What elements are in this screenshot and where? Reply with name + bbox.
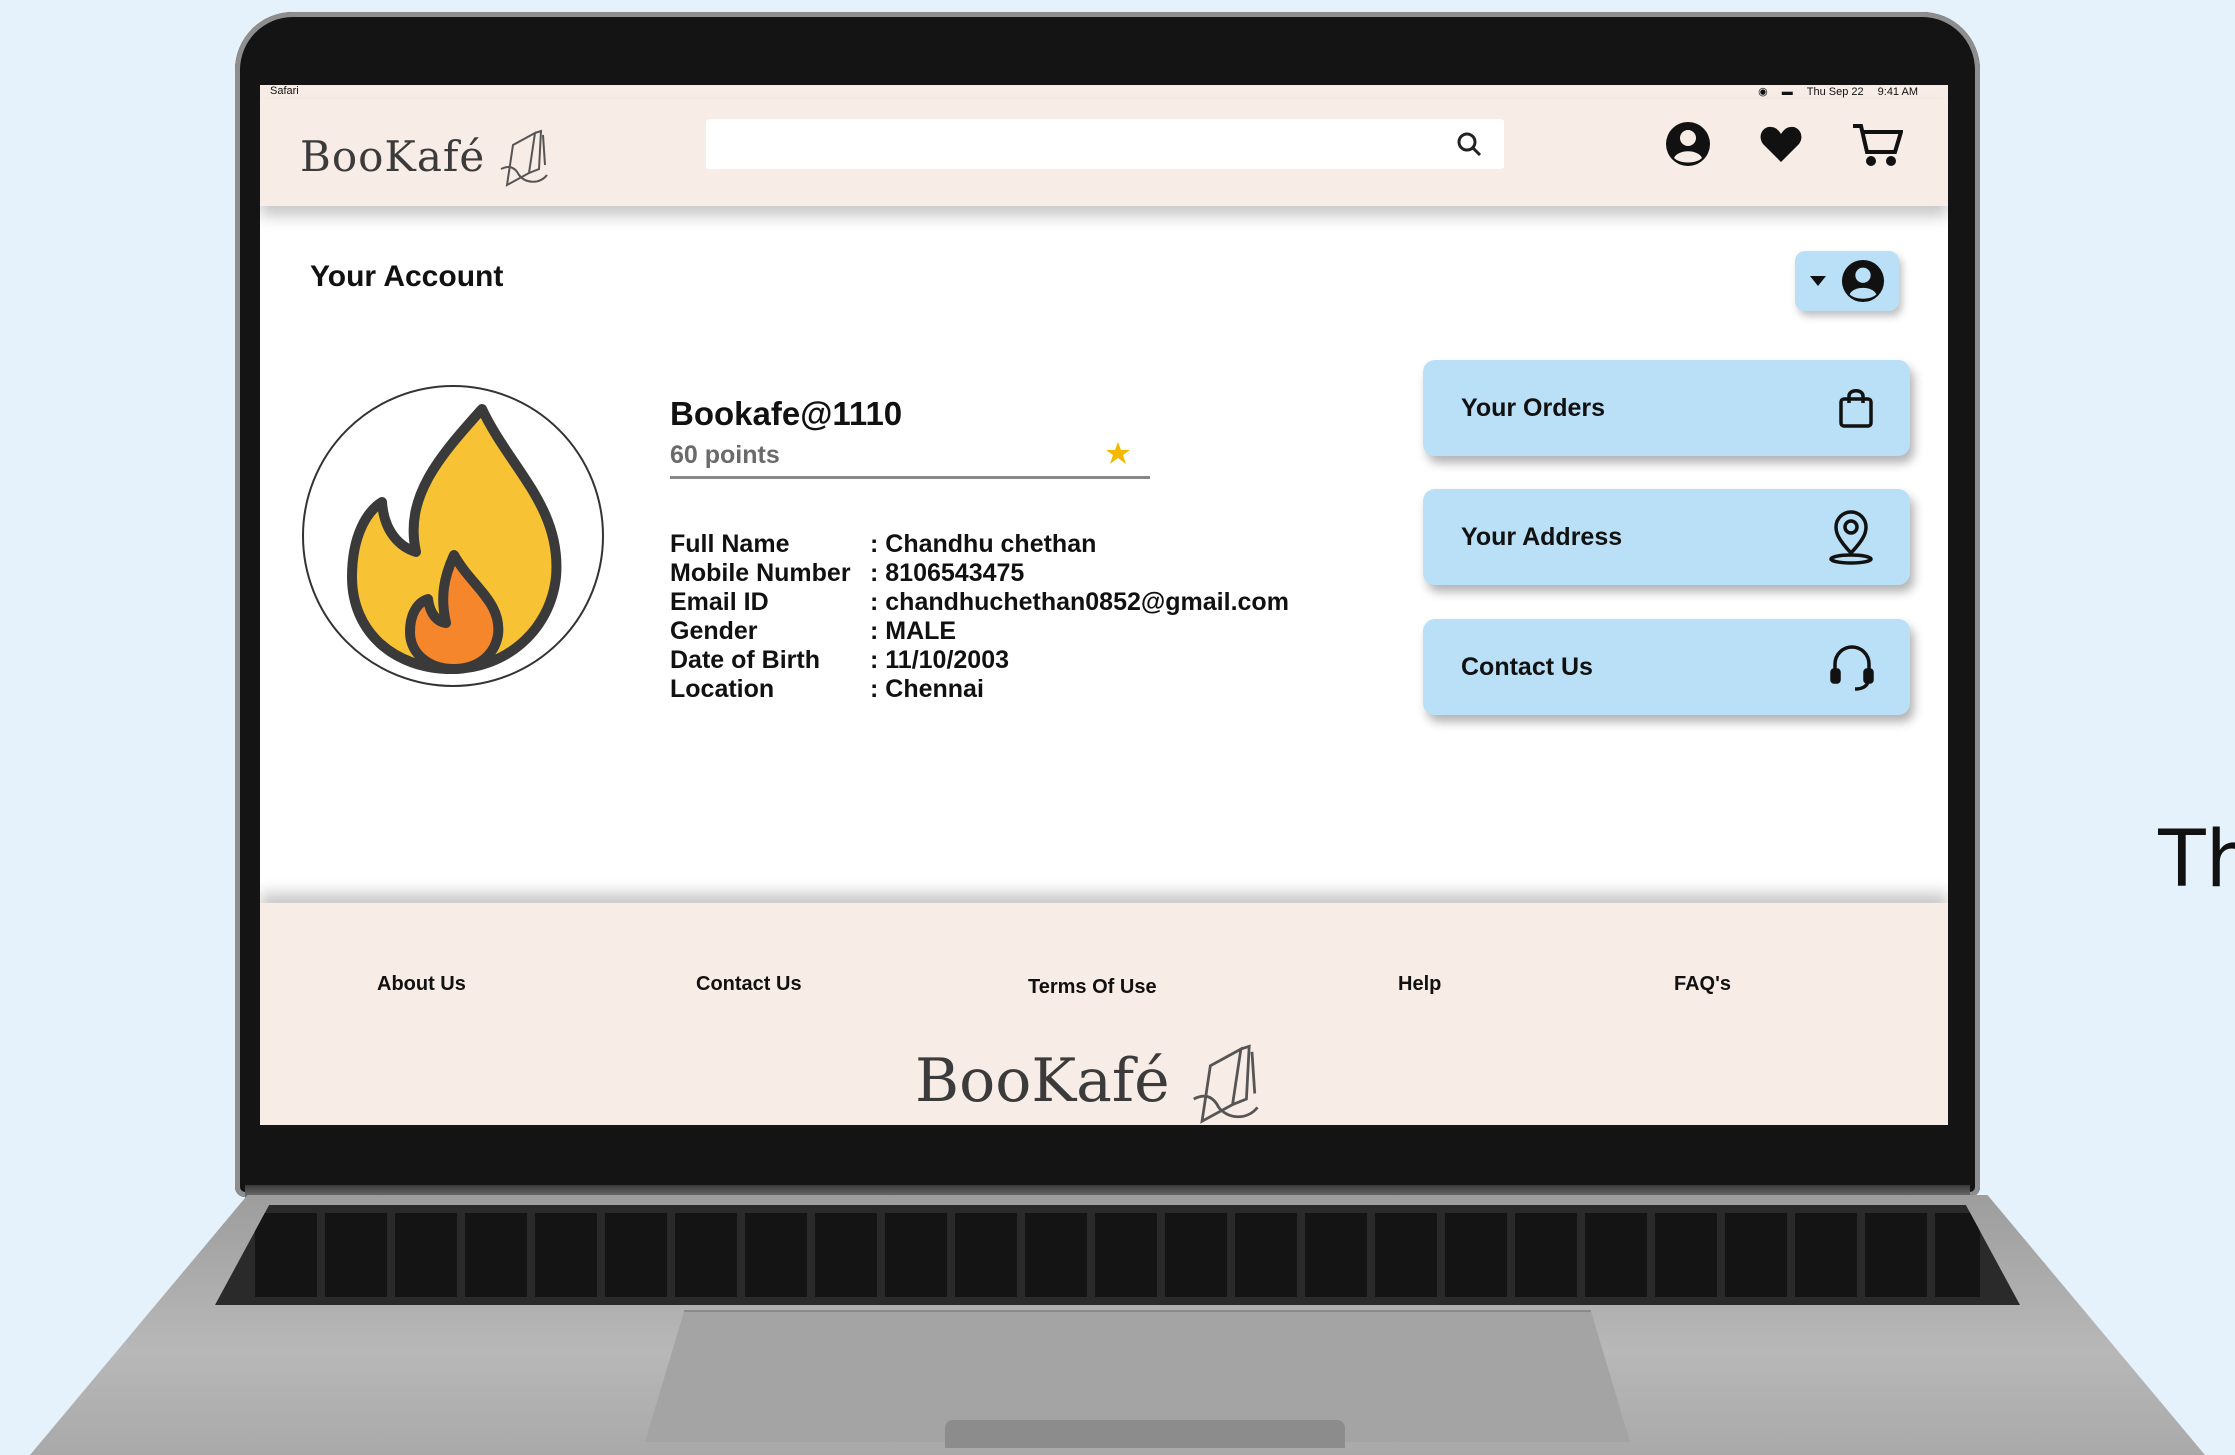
detail-value: : MALE xyxy=(870,617,957,645)
laptop-notch xyxy=(945,1420,1345,1448)
profile-username: Bookafe@1110 xyxy=(670,395,903,432)
detail-row: Location : Chennai xyxy=(670,675,1289,704)
detail-label: Email ID xyxy=(670,588,769,616)
detail-row: Email ID : chandhuchethan0852@gmail.com xyxy=(670,588,1289,617)
status-app: Safari xyxy=(270,85,299,97)
detail-value: : 8106543475 xyxy=(870,559,1025,587)
detail-value: : Chandhu chethan xyxy=(870,530,1097,558)
book-hand-icon xyxy=(500,129,549,187)
contact-label: Contact Us xyxy=(1461,652,1593,681)
detail-row: Full Name : Chandhu chethan xyxy=(670,530,1289,559)
battery-icon: ▬ xyxy=(1781,85,1793,98)
header-logo[interactable]: BooKafé xyxy=(300,125,555,187)
search-icon[interactable] xyxy=(1456,131,1482,157)
orders-label: Your Orders xyxy=(1461,393,1606,422)
headset-icon xyxy=(1830,645,1874,691)
location-pin-icon xyxy=(1829,510,1873,565)
heart-icon[interactable] xyxy=(1759,124,1803,164)
detail-value: : Chennai xyxy=(870,675,984,703)
footer-link-help[interactable]: Help xyxy=(1398,973,1441,996)
points-divider xyxy=(670,476,1150,479)
page-title: Your Account xyxy=(310,260,504,293)
user-circle-icon xyxy=(1841,259,1885,303)
avatar[interactable] xyxy=(302,385,604,687)
footer-link-about[interactable]: About Us xyxy=(377,973,466,996)
laptop-keyboard xyxy=(215,1205,2020,1305)
user-icon[interactable] xyxy=(1665,121,1711,167)
side-text: Th xyxy=(2158,815,2235,905)
detail-label: Gender xyxy=(670,617,758,645)
wifi-icon: ◉ xyxy=(1758,86,1768,98)
status-bar: Safari ◉ ▬ Thu Sep 22 9:41 AM xyxy=(260,85,1948,99)
profile-details: Full Name : Chandhu chethan Mobile Number… xyxy=(670,530,1289,704)
account-dropdown-button[interactable] xyxy=(1795,251,1899,311)
footer-link-faq[interactable]: FAQ's xyxy=(1674,973,1731,996)
star-icon xyxy=(1106,442,1130,464)
cart-icon[interactable] xyxy=(1851,122,1903,166)
detail-value: : 11/10/2003 xyxy=(870,646,1010,674)
detail-row: Mobile Number : 8106543475 xyxy=(670,559,1289,588)
shopping-bag-icon xyxy=(1839,389,1873,428)
header: BooKafé xyxy=(260,99,1948,206)
your-orders-button[interactable]: Your Orders xyxy=(1423,360,1910,456)
search-bar[interactable] xyxy=(706,119,1504,169)
flame-icon xyxy=(347,404,562,674)
footer-logo-text: BooKafé xyxy=(915,1046,1170,1116)
detail-row: Gender : MALE xyxy=(670,617,1289,646)
book-hand-icon xyxy=(1192,1044,1259,1124)
status-time: 9:41 AM xyxy=(1877,85,1918,98)
footer-link-terms[interactable]: Terms Of Use xyxy=(1028,976,1157,999)
detail-label: Location xyxy=(670,675,775,703)
detail-label: Date of Birth xyxy=(670,646,820,674)
status-date: Thu Sep 22 xyxy=(1806,85,1864,98)
detail-label: Full Name xyxy=(670,530,790,558)
your-address-button[interactable]: Your Address xyxy=(1423,489,1910,585)
footer-logo[interactable]: BooKafé xyxy=(915,1038,1270,1124)
footer-link-contact[interactable]: Contact Us xyxy=(696,973,802,996)
detail-value: : chandhuchethan0852@gmail.com xyxy=(870,588,1289,616)
address-label: Your Address xyxy=(1461,522,1623,551)
browser-screen: Safari ◉ ▬ Thu Sep 22 9:41 AM BooKafé Yo… xyxy=(260,85,1948,1125)
footer: About Us Contact Us Terms Of Use Help FA… xyxy=(260,903,1948,1125)
contact-us-button[interactable]: Contact Us xyxy=(1423,619,1910,715)
logo-text: BooKafé xyxy=(300,131,486,181)
profile-points: 60 points xyxy=(670,441,780,469)
caret-down-icon xyxy=(1810,276,1826,286)
detail-label: Mobile Number xyxy=(670,559,851,587)
detail-row: Date of Birth : 11/10/2003 xyxy=(670,646,1289,675)
